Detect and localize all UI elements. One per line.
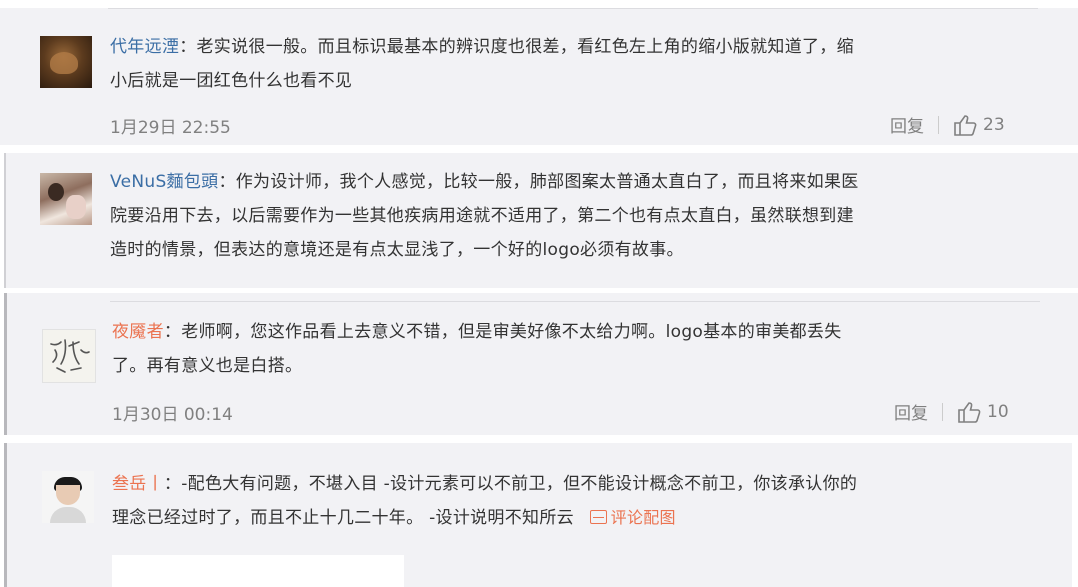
like-count: 23 — [983, 114, 1005, 135]
username-link[interactable]: 代年远湮 — [110, 37, 179, 57]
avatar[interactable] — [42, 471, 94, 523]
comment-image-thumbnail[interactable] — [112, 555, 404, 587]
comment-text: 叁岳丨：-配色大有问题，不堪入目 -设计元素可以不前卫，但不能设计概念不前卫，你… — [112, 467, 1042, 535]
comment-body: ：老师啊，您这作品看上去意义不错，但是审美好像不太给力啊。logo基本的审美都丢… — [163, 322, 842, 342]
divider — [938, 115, 939, 134]
avatar[interactable] — [40, 36, 92, 88]
left-border — [4, 443, 7, 587]
comment-body: ：老实说很一般。而且标识最基本的辨识度也很差，看红色左上角的缩小版就知道了，缩 — [179, 37, 854, 57]
calligraphy-icon — [50, 339, 90, 373]
comment-body-cont: 了。再有意义也是白搭。 — [112, 356, 303, 376]
comment-text: 代年远湮：老实说很一般。而且标识最基本的辨识度也很差，看红色左上角的缩小版就知道… — [110, 30, 1030, 98]
left-border — [4, 153, 6, 288]
comment-text: VeNuS麵包頭：作为设计师，我个人感觉，比较一般，肺部图案太普通太直白了，而且… — [110, 165, 1040, 267]
reply-button[interactable]: 回复 — [890, 112, 924, 137]
timestamp: 1月29日 22:55 — [110, 118, 231, 138]
comment-body-cont: 小后就是一团红色什么也看不见 — [110, 71, 353, 91]
person-icon — [50, 507, 86, 523]
comment-image-label: 评论配图 — [610, 508, 676, 527]
username-link[interactable]: 叁岳丨 — [112, 474, 164, 494]
comment-image-link[interactable]: 评论配图 — [589, 508, 676, 527]
avatar[interactable] — [42, 329, 96, 383]
comment-body: ：作为设计师，我个人感觉，比较一般，肺部图案太普通太直白了，而且将来如果医 — [218, 172, 859, 192]
squirrel-icon — [50, 52, 78, 74]
image-icon — [589, 510, 607, 524]
like-count: 10 — [987, 401, 1009, 422]
like-button[interactable]: 10 — [957, 401, 1009, 423]
comment-text: 夜魇者：老师啊，您这作品看上去意义不错，但是审美好像不太给力啊。logo基本的审… — [112, 315, 1042, 383]
like-button[interactable]: 23 — [953, 114, 1005, 136]
timestamp: 1月30日 00:14 — [112, 405, 233, 425]
comment-body: ：-配色大有问题，不堪入目 -设计元素可以不前卫，但不能设计概念不前卫，你该承认… — [163, 474, 858, 494]
person-photo-icon — [66, 195, 86, 219]
comment-actions: 回复 10 — [894, 399, 1009, 425]
person-icon — [56, 485, 80, 505]
username-link[interactable]: VeNuS麵包頭 — [110, 172, 218, 192]
comment-item: VeNuS麵包頭：作为设计师，我个人感觉，比较一般，肺部图案太普通太直白了，而且… — [4, 153, 1078, 288]
top-divider — [110, 301, 1040, 302]
comment-body-cont: 造时的情景，但表达的意境还是有点太显浅了，一个好的logo必须有故事。 — [110, 240, 684, 260]
left-border — [4, 293, 7, 435]
comment-actions: 回复 23 — [890, 112, 1005, 138]
comment-item: 代年远湮：老实说很一般。而且标识最基本的辨识度也很差，看红色左上角的缩小版就知道… — [0, 8, 1078, 145]
comment-body-cont: 院要沿用下去，以后需要作为一些其他疾病用途就不适用了，第二个也有点太直白，虽然联… — [110, 206, 854, 226]
thumbs-up-icon — [954, 114, 977, 136]
comment-item: 叁岳丨：-配色大有问题，不堪入目 -设计元素可以不前卫，但不能设计概念不前卫，你… — [4, 443, 1072, 587]
reply-button[interactable]: 回复 — [894, 399, 928, 424]
avatar[interactable] — [40, 173, 92, 225]
comment-item: 夜魇者：老师啊，您这作品看上去意义不错，但是审美好像不太给力啊。logo基本的审… — [4, 293, 1078, 435]
thumbs-up-icon — [958, 401, 981, 423]
divider — [942, 402, 943, 421]
username-link[interactable]: 夜魇者 — [112, 322, 164, 342]
top-divider — [108, 8, 1038, 9]
comment-body-cont: 理念已经过时了，而且不止十几二十年。 -设计说明不知所云 — [112, 508, 574, 528]
person-photo-icon — [48, 183, 64, 201]
